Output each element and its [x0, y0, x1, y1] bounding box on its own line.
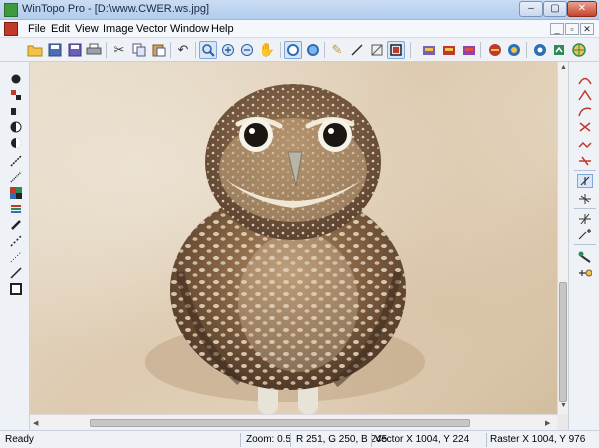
status-vector-coords: Vector X 1004, Y 224 — [375, 434, 470, 445]
owl-photo — [145, 84, 425, 414]
solid-line-icon[interactable] — [9, 266, 23, 280]
brush-tool-icon[interactable] — [9, 72, 23, 86]
triangle-tool-icon[interactable] — [577, 88, 593, 102]
arc-tool-icon[interactable] — [577, 72, 593, 86]
scroll-left-icon[interactable]: ◀ — [33, 419, 38, 427]
status-zoom: Zoom: 0.5 — [246, 434, 292, 445]
pan-hand-icon[interactable]: ✋ — [258, 41, 276, 59]
scroll-corner — [557, 414, 568, 430]
mdi-restore-button[interactable]: ▫ — [565, 23, 579, 35]
convert-5-icon[interactable] — [505, 41, 523, 59]
cut-icon[interactable]: ✂ — [110, 41, 128, 59]
convert-4-icon[interactable] — [486, 41, 504, 59]
menu-edit[interactable]: Edit — [51, 23, 70, 35]
paste-icon[interactable] — [150, 41, 168, 59]
scroll-up-icon[interactable]: ▲ — [560, 64, 567, 71]
vertical-scrollbar[interactable]: ▲ ▼ — [557, 62, 568, 414]
line-edit-icon[interactable] — [348, 41, 366, 59]
node-select-icon[interactable] — [577, 174, 593, 188]
open-folder-icon[interactable] — [26, 41, 44, 59]
skeleton-icon[interactable] — [9, 170, 23, 184]
horizontal-scroll-thumb[interactable] — [90, 419, 470, 427]
convert-2-icon[interactable] — [440, 41, 458, 59]
print-icon[interactable] — [85, 41, 103, 59]
settings-icon[interactable] — [531, 41, 549, 59]
image-canvas[interactable] — [30, 62, 557, 414]
vertical-scroll-thumb[interactable] — [559, 282, 567, 402]
menu-bar: File Edit View Image Vector Window Help … — [0, 20, 599, 38]
color-pick-icon[interactable] — [9, 88, 23, 102]
convert-3-icon[interactable] — [460, 41, 478, 59]
copy-icon[interactable] — [130, 41, 148, 59]
restore-button[interactable]: ▢ — [543, 1, 567, 17]
pipette-icon[interactable] — [9, 218, 23, 232]
mdi-close-button[interactable]: ✕ — [580, 23, 594, 35]
convert-1-icon[interactable] — [420, 41, 438, 59]
layers-icon[interactable] — [9, 202, 23, 216]
status-raster-coords: Raster X 1004, Y 976 — [490, 434, 586, 445]
pencil-icon[interactable]: ✎ — [328, 41, 346, 59]
fill-tool-icon[interactable] — [9, 104, 23, 118]
brightness-icon[interactable] — [9, 136, 23, 150]
title-bar: WinTopo Pro - [D:\www.CWER.ws.jpg] – ▢ ✕ — [0, 0, 599, 20]
menu-vector[interactable]: Vector — [136, 23, 167, 35]
status-color: R 251, G 250, B 245 — [296, 434, 388, 445]
dashed-line-icon[interactable] — [9, 250, 23, 264]
zoom-out-icon[interactable] — [238, 41, 256, 59]
document-icon[interactable] — [4, 22, 18, 36]
curve-tool-icon[interactable] — [577, 104, 593, 118]
grid-node-icon[interactable] — [577, 192, 593, 206]
vector-view-icon[interactable] — [304, 41, 322, 59]
select-box-icon[interactable] — [387, 41, 405, 59]
scroll-down-icon[interactable]: ▼ — [560, 402, 567, 409]
raster-view-icon[interactable] — [284, 41, 302, 59]
undo-icon[interactable]: ↶ — [174, 41, 192, 59]
menu-image[interactable]: Image — [103, 23, 134, 35]
join-tool-icon[interactable] — [577, 212, 593, 226]
zoom-tool-icon[interactable] — [199, 41, 217, 59]
mdi-minimize-button[interactable]: _ — [550, 23, 564, 35]
window-title: WinTopo Pro - [D:\www.CWER.ws.jpg] — [22, 3, 210, 15]
minimize-button[interactable]: – — [519, 1, 543, 17]
snap-node-icon[interactable] — [577, 266, 593, 280]
zoom-in-icon[interactable] — [219, 41, 237, 59]
world-icon[interactable] — [570, 41, 588, 59]
dotted-line-icon[interactable] — [9, 234, 23, 248]
scroll-right-icon[interactable]: ▶ — [545, 419, 550, 427]
status-ready: Ready — [5, 434, 34, 445]
raster-tools-panel — [0, 62, 30, 430]
vector-tools-panel — [568, 62, 599, 430]
delete-line-icon[interactable] — [577, 154, 593, 168]
thin-tool-icon[interactable] — [9, 154, 23, 168]
magic-wand-icon[interactable] — [577, 250, 593, 264]
app-icon — [4, 3, 18, 17]
cross-tool-icon[interactable] — [577, 120, 593, 134]
status-bar: Ready Zoom: 0.5 R 251, G 250, B 245 Vect… — [0, 430, 599, 448]
save-icon[interactable] — [46, 41, 64, 59]
close-button[interactable]: ✕ — [567, 1, 597, 17]
menu-file[interactable]: File — [28, 23, 46, 35]
contrast-icon[interactable] — [9, 120, 23, 134]
split-tool-icon[interactable] — [577, 228, 593, 242]
frame-tool-icon[interactable] — [9, 282, 23, 296]
horizontal-scrollbar[interactable]: ◀ ▶ — [30, 414, 557, 430]
menu-window[interactable]: Window — [170, 23, 209, 35]
menu-view[interactable]: View — [75, 23, 99, 35]
export-icon[interactable] — [550, 41, 568, 59]
delete-node-icon[interactable] — [577, 138, 593, 152]
main-toolbar: ✂ ↶ ✋ ✎ — [0, 38, 599, 62]
save-as-icon[interactable] — [66, 41, 84, 59]
color-balance-icon[interactable] — [9, 186, 23, 200]
menu-help[interactable]: Help — [211, 23, 234, 35]
polygon-edit-icon[interactable] — [368, 41, 386, 59]
